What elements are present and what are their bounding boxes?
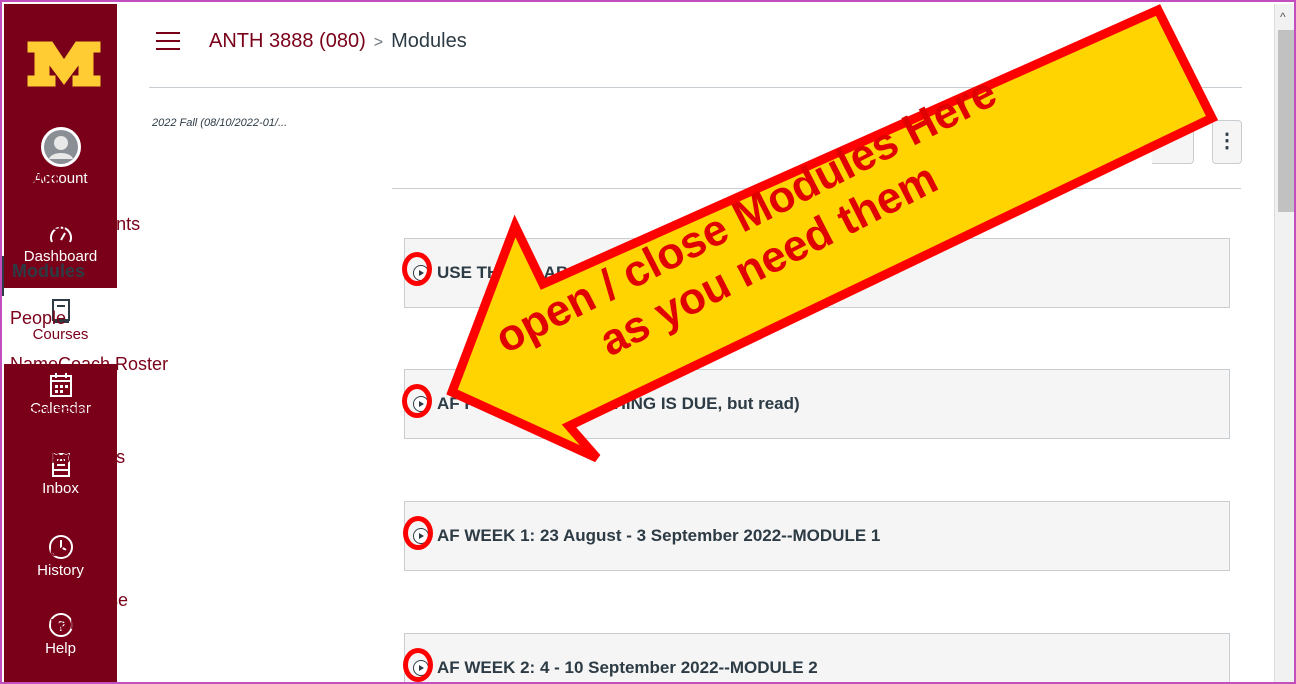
- course-nav-discussions[interactable]: Discussions: [10, 400, 106, 423]
- nav-history-label: History: [37, 562, 84, 579]
- course-nav-home[interactable]: Home: [10, 167, 58, 190]
- course-nav-collaborations[interactable]: Collaborations: [10, 446, 125, 469]
- module-header[interactable]: USE TH COL ABOVE (If you do not, the fir…: [404, 238, 1230, 308]
- module-title: AF F 22 MEMOS (NOTHING IS DUE, but read): [437, 394, 800, 413]
- scrollbar-thumb[interactable]: [1278, 30, 1294, 212]
- annotation-overlay: open / close Modules Here as you need th…: [446, 4, 1219, 463]
- browser-frame: Account Dashboard Courses Calendar Inbox…: [0, 0, 1296, 684]
- course-nav: 2022 Fall (08/10/2022-01/...: [150, 117, 385, 157]
- highlight-circle: [403, 648, 433, 682]
- scroll-up-arrow-icon[interactable]: ^: [1280, 10, 1286, 24]
- page-header: ANTH 3888 (080) > Modules: [149, 22, 1242, 88]
- module-header[interactable]: AF WEEK 2: 4 - 10 September 2022--MODULE…: [404, 633, 1230, 682]
- course-nav-modules[interactable]: Modules: [2, 256, 85, 296]
- vertical-scrollbar[interactable]: ^: [1274, 4, 1294, 682]
- breadcrumb-separator: >: [373, 34, 384, 51]
- course-nav-library-course-materials[interactable]: Library Course Materials: [10, 589, 170, 635]
- breadcrumb-current-page: Modules: [391, 30, 467, 52]
- annotation-text-line1: open / close Modules Here: [487, 67, 1004, 363]
- highlight-circle: [402, 384, 432, 418]
- breadcrumb-course-link[interactable]: ANTH 3888 (080): [209, 30, 366, 52]
- toolbar-divider: [392, 188, 1241, 189]
- module-title: AF WEEK 2: 4 - 10 September 2022--MODULE…: [437, 658, 818, 677]
- more-options-kebab-button[interactable]: ⋮: [1212, 120, 1242, 164]
- course-nav-namecoach-roster[interactable]: NameCoach Roster: [10, 353, 168, 376]
- course-nav-google-drive[interactable]: Google Drive: [10, 660, 115, 682]
- term-label: 2022 Fall (08/10/2022-01/...: [152, 117, 288, 129]
- university-logo-icon[interactable]: [26, 34, 102, 90]
- module-title: AF WEEK 1: 23 August - 3 September 2022-…: [437, 526, 881, 545]
- hamburger-menu-icon[interactable]: [156, 32, 180, 52]
- nav-help-label: Help: [45, 640, 76, 657]
- global-nav: Account Dashboard Courses Calendar Inbox…: [4, 4, 117, 682]
- account-avatar-icon: [40, 127, 81, 167]
- module-title: USE TH COL ABOVE (If you do not, the fir…: [437, 263, 840, 282]
- breadcrumb: ANTH 3888 (080) > Modules: [209, 30, 467, 53]
- course-nav-grades[interactable]: Grades: [10, 539, 69, 562]
- module-header[interactable]: AF WEEK 1: 23 August - 3 September 2022-…: [404, 501, 1230, 571]
- course-nav-people[interactable]: People: [10, 307, 66, 330]
- course-nav-announcements[interactable]: Announcements: [10, 213, 140, 236]
- module-header[interactable]: AF F 22 MEMOS (NOTHING IS DUE, but read): [404, 369, 1230, 439]
- highlight-circle: [403, 516, 433, 550]
- collapse-all-button[interactable]: [1152, 120, 1194, 164]
- highlight-circle: [402, 252, 432, 286]
- course-nav-quizzes[interactable]: Quizzes: [10, 493, 75, 516]
